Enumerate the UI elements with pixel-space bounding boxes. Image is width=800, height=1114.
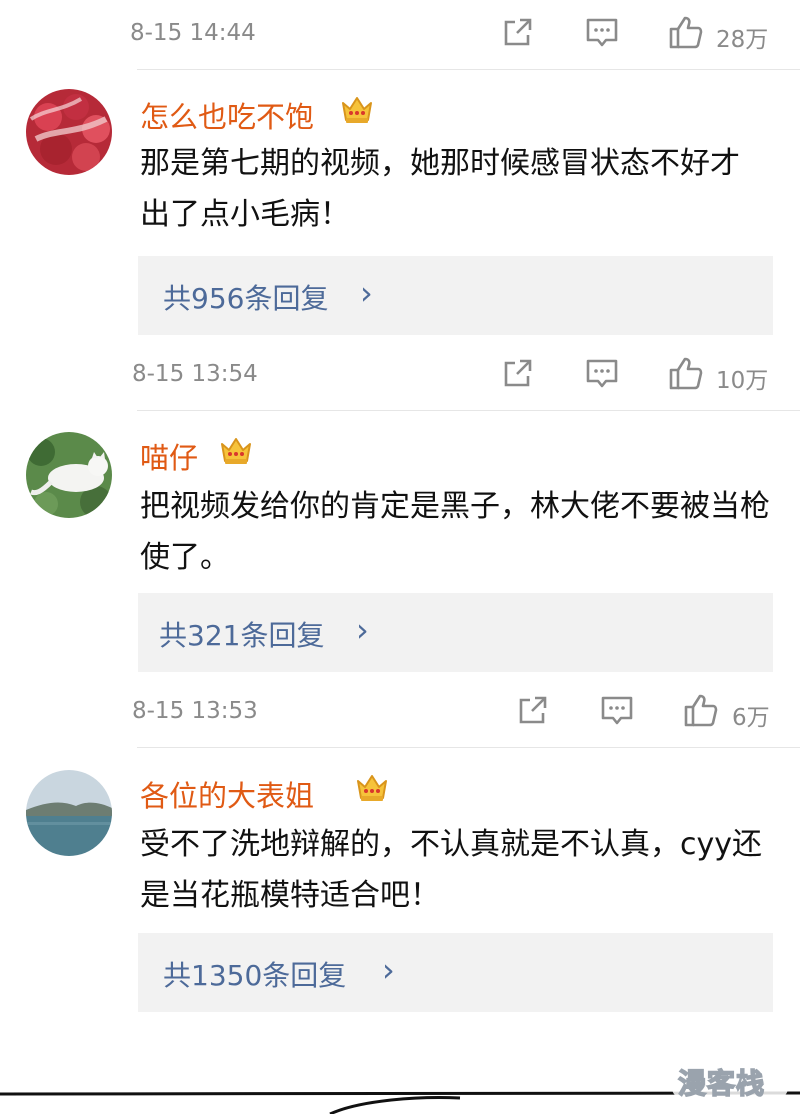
like-count: 6万 (732, 705, 770, 731)
like-icon[interactable] (683, 692, 719, 728)
avatar[interactable] (26, 432, 112, 518)
comment-meta-row: 8-15 14:44 28万 (0, 14, 800, 54)
divider (137, 747, 800, 748)
username[interactable]: 喵仔 (140, 435, 198, 477)
like-icon[interactable] (668, 14, 704, 50)
reply-summary-button[interactable]: 共1350条回复 › (138, 933, 773, 1012)
like-count: 28万 (716, 27, 769, 53)
like-icon[interactable] (668, 355, 704, 391)
share-icon[interactable] (500, 355, 536, 391)
comment-meta-row: 8-15 13:53 6万 (0, 692, 800, 732)
vip-crown-icon (342, 97, 372, 123)
reply-count-link: 共321条回复 (159, 619, 325, 652)
share-icon[interactable] (515, 692, 551, 728)
reply-summary-button[interactable]: 共321条回复 › (138, 593, 773, 672)
comment-text: 受不了洗地辩解的，不认真就是不认真，cyy还是当花瓶模特适合吧！ (140, 827, 763, 913)
username[interactable]: 怎么也吃不饱 (140, 94, 314, 136)
avatar[interactable] (26, 770, 112, 856)
like-count: 10万 (716, 368, 769, 394)
reply-summary-button[interactable]: 共956条回复 › (138, 256, 773, 335)
comment-text: 把视频发给你的肯定是黑子，林大佬不要被当枪使了。 (140, 489, 770, 575)
comment-meta-row: 8-15 13:54 10万 (0, 355, 800, 395)
chevron-right-icon: › (356, 611, 369, 649)
watermark-logo: 漫客栈 (670, 1056, 790, 1102)
avatar[interactable] (26, 89, 112, 175)
username[interactable]: 各位的大表姐 (140, 773, 314, 815)
comment-timestamp: 8-15 13:53 (132, 698, 258, 724)
reply-count-link: 共956条回复 (163, 282, 329, 315)
divider (137, 69, 800, 70)
share-icon[interactable] (500, 14, 536, 50)
divider (137, 410, 800, 411)
chevron-right-icon: › (360, 274, 373, 312)
vip-crown-icon (357, 775, 387, 801)
comment-icon[interactable] (584, 355, 620, 391)
comment-timestamp: 8-15 13:54 (132, 361, 258, 387)
comment-text: 那是第七期的视频，她那时候感冒状态不好才出了点小毛病！ (140, 146, 740, 232)
comment-icon[interactable] (599, 692, 635, 728)
reply-count-link: 共1350条回复 (163, 959, 347, 992)
watermark-text: 漫客栈 (677, 1066, 766, 1101)
vip-crown-icon (221, 438, 251, 464)
chevron-right-icon: › (382, 951, 395, 989)
comment-timestamp: 8-15 14:44 (130, 20, 256, 46)
comment-icon[interactable] (584, 14, 620, 50)
